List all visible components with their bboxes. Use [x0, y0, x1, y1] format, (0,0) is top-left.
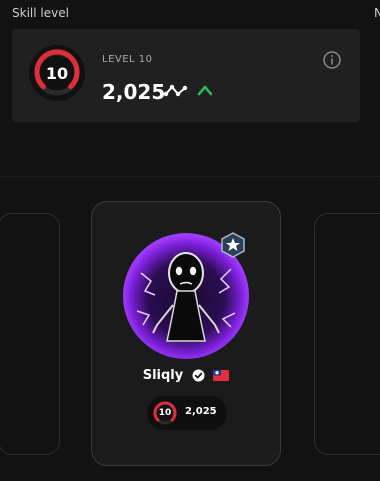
next-section-heading: N — [374, 6, 380, 20]
skill-level-card: 10 LEVEL 10 2,025 — [12, 29, 360, 122]
elo-value: 2,025 — [102, 80, 166, 104]
level-label: LEVEL 10 — [102, 54, 153, 65]
level-badge: 10 — [29, 45, 85, 101]
info-icon[interactable] — [322, 50, 342, 70]
adjacent-player-card-left[interactable] — [0, 213, 60, 455]
avatar-container — [123, 232, 249, 359]
section-divider — [0, 176, 380, 177]
player-name[interactable]: Sliqly — [143, 368, 184, 383]
player-level-number: 10 — [158, 408, 172, 418]
skill-level-heading: Skill level — [12, 6, 69, 20]
level-number: 10 — [45, 63, 69, 83]
adjacent-player-card-right[interactable] — [314, 213, 380, 455]
player-name-row: Sliqly — [92, 368, 280, 383]
shield-star-icon — [221, 232, 245, 258]
flag-icon — [213, 370, 230, 381]
player-level-badge: 10 — [151, 399, 179, 427]
player-elo-pill: 10 2,025 — [147, 396, 227, 430]
verified-icon — [192, 369, 205, 382]
player-card[interactable]: Sliqly 10 2,025 — [91, 201, 281, 466]
trend-up-icon — [197, 85, 213, 96]
player-elo-value: 2,025 — [185, 406, 217, 417]
elo-graph-icon[interactable] — [164, 82, 188, 100]
